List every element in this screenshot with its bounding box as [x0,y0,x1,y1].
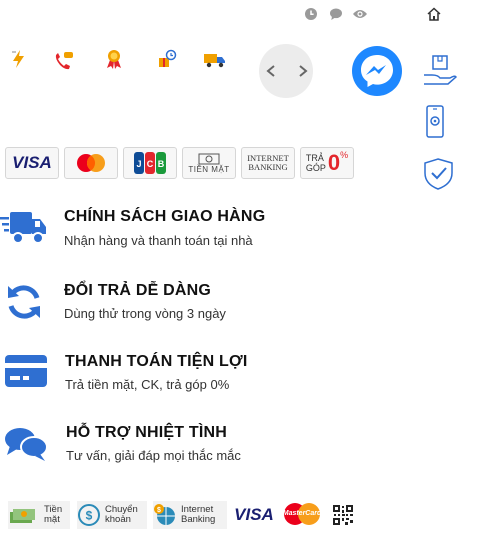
cash-label: TIỀN MẶT [188,164,230,174]
home-icon[interactable] [426,6,442,22]
cash-label-2: mặt [44,514,60,525]
installment-percent: % [340,150,349,160]
qr-code-icon [332,504,354,526]
comment-icon [330,8,342,20]
visa-text: VISA [234,505,274,524]
shield-check-icon[interactable] [422,157,458,191]
transfer-label-2: khoản [105,514,131,525]
globe-icon: $ [154,504,175,525]
benefit-subtitle: Tư vấn, giải đáp mọi thắc mắc [66,448,241,463]
delivery-truck-icon [0,212,46,244]
banknote-icon [198,153,220,164]
installment-label-2: GÓP [305,163,326,173]
mastercard-method: MasterCard [282,501,322,529]
eye-icon [353,10,367,18]
svg-text:J: J [136,159,141,169]
svg-text:$: $ [86,509,93,523]
delivery-truck-icon [204,54,225,68]
visa-badge: VISA [5,147,59,179]
chevron-right-icon [299,65,308,77]
internet-banking-method: $ Internet Banking [153,501,227,529]
benefit-title: THANH TOÁN TIỆN LỢI [65,353,248,370]
mastercard-logo-icon: MasterCard [282,503,322,527]
mastercard-badge [64,147,118,179]
benefit-title: CHÍNH SÁCH GIAO HÀNG [64,208,266,225]
clock-icon [305,8,317,20]
credit-card-icon [5,355,47,387]
refresh-icon [8,285,40,319]
benefit-title: ĐỔI TRẢ DỄ DÀNG [64,282,211,299]
benefit-return: ĐỔI TRẢ DỄ DÀNG Dùng thử trong vòng 3 ng… [0,280,400,328]
carousel-next-button[interactable] [287,44,315,98]
visa-method: VISA [233,501,275,529]
svg-text:B: B [158,159,165,169]
benefit-subtitle: Nhận hàng và thanh toán tại nhà [64,233,253,248]
installment-label-1: TRẢ [305,153,324,163]
chat-bubbles-icon [5,428,48,461]
jcb-logo-icon: J C B [134,152,166,174]
svg-text:$: $ [157,507,161,514]
benefit-subtitle: Dùng thử trong vòng 3 ngày [64,306,226,321]
phone-call-icon [55,52,73,70]
flash-icon [12,50,24,68]
benefit-payment: THANH TOÁN TIỆN LỢI Trả tiền mặt, CK, tr… [0,352,400,398]
installment-badge: TRẢ GÓP 0 % [300,147,354,179]
benefit-shipping: CHÍNH SÁCH GIAO HÀNG Nhận hàng và thanh … [0,206,400,254]
chevron-left-icon [266,65,275,77]
internet-banking-badge: INTERNET BANKING [241,147,295,179]
installment-zero: 0 [327,150,341,175]
box-in-hand-icon[interactable] [422,53,458,87]
transfer-method: $ Chuyển khoản [77,501,147,529]
benefit-title: HỖ TRỢ NHIỆT TÌNH [66,424,228,441]
award-ribbon-icon [107,50,121,69]
messenger-chat-button[interactable] [351,45,403,97]
jcb-badge: J C B [123,147,177,179]
banking-label: BANKING [248,162,288,172]
svg-text:C: C [147,159,154,169]
carousel-prev-button[interactable] [258,44,286,98]
visa-text: VISA [12,153,52,172]
ib-label-2: Banking [181,514,216,525]
benefit-support: HỖ TRỢ NHIỆT TÌNH Tư vấn, giải đáp mọi t… [0,423,400,469]
transfer-coin-icon: $ [78,504,100,526]
mastercard-logo-icon [77,154,105,172]
benefit-subtitle: Trả tiền mặt, CK, trả góp 0% [65,377,230,392]
phone-settings-icon[interactable] [422,104,458,140]
cash-method: Tiền mặt [8,501,70,529]
cash-badge: TIỀN MẶT [182,147,236,179]
money-stack-icon [10,509,35,523]
mastercard-text: MasterCard [282,510,322,517]
gift-timer-icon [159,49,177,67]
